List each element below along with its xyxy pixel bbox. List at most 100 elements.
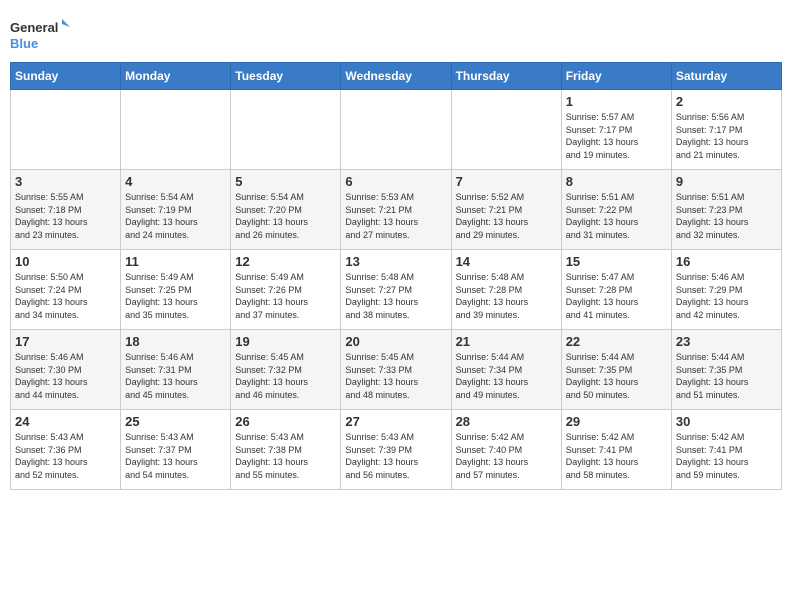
header-day-sunday: Sunday <box>11 63 121 90</box>
calendar-cell: 3 Sunrise: 5:55 AM Sunset: 7:18 PM Daylig… <box>11 170 121 250</box>
calendar-cell: 13 Sunrise: 5:48 AM Sunset: 7:27 PM Dayli… <box>341 250 451 330</box>
svg-text:General: General <box>10 20 58 35</box>
day-info: Sunrise: 5:51 AM Sunset: 7:22 PM Dayligh… <box>566 191 667 241</box>
calendar-cell: 23 Sunrise: 5:44 AM Sunset: 7:35 PM Dayli… <box>671 330 781 410</box>
day-number: 27 <box>345 414 446 429</box>
calendar-cell: 15Sunrise: 5:47 AM Sunset: 7:28 PM Dayli… <box>561 250 671 330</box>
header-day-thursday: Thursday <box>451 63 561 90</box>
calendar-cell <box>121 90 231 170</box>
header-day-monday: Monday <box>121 63 231 90</box>
day-number: 28 <box>456 414 557 429</box>
day-info: Sunrise: 5:48 AM Sunset: 7:27 PM Dayligh… <box>345 271 446 321</box>
day-info: Sunrise: 5:43 AM Sunset: 7:36 PM Dayligh… <box>15 431 116 481</box>
day-info: Sunrise: 5:50 AM Sunset: 7:24 PM Dayligh… <box>15 271 116 321</box>
calendar-cell: 21 Sunrise: 5:44 AM Sunset: 7:34 PM Dayli… <box>451 330 561 410</box>
header: General Blue <box>10 10 782 54</box>
header-day-friday: Friday <box>561 63 671 90</box>
day-info: Sunrise: 5:54 AM Sunset: 7:19 PM Dayligh… <box>125 191 226 241</box>
header-day-wednesday: Wednesday <box>341 63 451 90</box>
day-info: Sunrise: 5:42 AM Sunset: 7:40 PM Dayligh… <box>456 431 557 481</box>
day-number: 12 <box>235 254 336 269</box>
calendar-cell: 2 Sunrise: 5:56 AM Sunset: 7:17 PM Daylig… <box>671 90 781 170</box>
calendar-header: SundayMondayTuesdayWednesdayThursdayFrid… <box>11 63 782 90</box>
calendar-cell: 7Sunrise: 5:52 AM Sunset: 7:21 PM Daylig… <box>451 170 561 250</box>
day-info: Sunrise: 5:48 AM Sunset: 7:28 PM Dayligh… <box>456 271 557 321</box>
day-info: Sunrise: 5:44 AM Sunset: 7:34 PM Dayligh… <box>456 351 557 401</box>
day-info: Sunrise: 5:42 AM Sunset: 7:41 PM Dayligh… <box>566 431 667 481</box>
svg-text:Blue: Blue <box>10 36 38 51</box>
header-day-saturday: Saturday <box>671 63 781 90</box>
calendar-cell: 25Sunrise: 5:43 AM Sunset: 7:37 PM Dayli… <box>121 410 231 490</box>
day-info: Sunrise: 5:46 AM Sunset: 7:30 PM Dayligh… <box>15 351 116 401</box>
calendar-cell: 27 Sunrise: 5:43 AM Sunset: 7:39 PM Dayli… <box>341 410 451 490</box>
day-info: Sunrise: 5:52 AM Sunset: 7:21 PM Dayligh… <box>456 191 557 241</box>
day-number: 24 <box>15 414 116 429</box>
calendar-cell: 30 Sunrise: 5:42 AM Sunset: 7:41 PM Dayli… <box>671 410 781 490</box>
day-number: 14 <box>456 254 557 269</box>
calendar-cell: 14 Sunrise: 5:48 AM Sunset: 7:28 PM Dayli… <box>451 250 561 330</box>
day-number: 10 <box>15 254 116 269</box>
day-number: 3 <box>15 174 116 189</box>
day-info: Sunrise: 5:44 AM Sunset: 7:35 PM Dayligh… <box>566 351 667 401</box>
header-day-tuesday: Tuesday <box>231 63 341 90</box>
calendar-cell: 22 Sunrise: 5:44 AM Sunset: 7:35 PM Dayli… <box>561 330 671 410</box>
day-info: Sunrise: 5:49 AM Sunset: 7:26 PM Dayligh… <box>235 271 336 321</box>
day-number: 5 <box>235 174 336 189</box>
calendar-cell: 6Sunrise: 5:53 AM Sunset: 7:21 PM Daylig… <box>341 170 451 250</box>
day-info: Sunrise: 5:49 AM Sunset: 7:25 PM Dayligh… <box>125 271 226 321</box>
calendar-body: 1Sunrise: 5:57 AM Sunset: 7:17 PM Daylig… <box>11 90 782 490</box>
logo: General Blue <box>10 14 70 54</box>
day-number: 9 <box>676 174 777 189</box>
calendar-cell: 26Sunrise: 5:43 AM Sunset: 7:38 PM Dayli… <box>231 410 341 490</box>
day-number: 4 <box>125 174 226 189</box>
day-number: 21 <box>456 334 557 349</box>
calendar-cell <box>451 90 561 170</box>
day-number: 29 <box>566 414 667 429</box>
day-number: 17 <box>15 334 116 349</box>
day-info: Sunrise: 5:53 AM Sunset: 7:21 PM Dayligh… <box>345 191 446 241</box>
calendar-cell <box>11 90 121 170</box>
day-number: 20 <box>345 334 446 349</box>
day-info: Sunrise: 5:56 AM Sunset: 7:17 PM Dayligh… <box>676 111 777 161</box>
week-row-2: 3 Sunrise: 5:55 AM Sunset: 7:18 PM Daylig… <box>11 170 782 250</box>
day-info: Sunrise: 5:51 AM Sunset: 7:23 PM Dayligh… <box>676 191 777 241</box>
day-info: Sunrise: 5:43 AM Sunset: 7:37 PM Dayligh… <box>125 431 226 481</box>
day-info: Sunrise: 5:54 AM Sunset: 7:20 PM Dayligh… <box>235 191 336 241</box>
day-info: Sunrise: 5:46 AM Sunset: 7:31 PM Dayligh… <box>125 351 226 401</box>
day-info: Sunrise: 5:42 AM Sunset: 7:41 PM Dayligh… <box>676 431 777 481</box>
calendar-cell <box>341 90 451 170</box>
calendar-cell: 1Sunrise: 5:57 AM Sunset: 7:17 PM Daylig… <box>561 90 671 170</box>
day-info: Sunrise: 5:47 AM Sunset: 7:28 PM Dayligh… <box>566 271 667 321</box>
day-number: 22 <box>566 334 667 349</box>
day-number: 19 <box>235 334 336 349</box>
week-row-4: 17 Sunrise: 5:46 AM Sunset: 7:30 PM Dayli… <box>11 330 782 410</box>
calendar-cell: 28 Sunrise: 5:42 AM Sunset: 7:40 PM Dayli… <box>451 410 561 490</box>
day-info: Sunrise: 5:44 AM Sunset: 7:35 PM Dayligh… <box>676 351 777 401</box>
calendar-cell: 17 Sunrise: 5:46 AM Sunset: 7:30 PM Dayli… <box>11 330 121 410</box>
calendar-cell <box>231 90 341 170</box>
calendar-cell: 5 Sunrise: 5:54 AM Sunset: 7:20 PM Daylig… <box>231 170 341 250</box>
day-number: 30 <box>676 414 777 429</box>
day-info: Sunrise: 5:43 AM Sunset: 7:38 PM Dayligh… <box>235 431 336 481</box>
day-info: Sunrise: 5:57 AM Sunset: 7:17 PM Dayligh… <box>566 111 667 161</box>
day-info: Sunrise: 5:45 AM Sunset: 7:32 PM Dayligh… <box>235 351 336 401</box>
day-info: Sunrise: 5:43 AM Sunset: 7:39 PM Dayligh… <box>345 431 446 481</box>
calendar-cell: 9 Sunrise: 5:51 AM Sunset: 7:23 PM Daylig… <box>671 170 781 250</box>
day-number: 23 <box>676 334 777 349</box>
calendar-cell: 10 Sunrise: 5:50 AM Sunset: 7:24 PM Dayli… <box>11 250 121 330</box>
calendar-cell: 29 Sunrise: 5:42 AM Sunset: 7:41 PM Dayli… <box>561 410 671 490</box>
day-number: 2 <box>676 94 777 109</box>
calendar-cell: 8Sunrise: 5:51 AM Sunset: 7:22 PM Daylig… <box>561 170 671 250</box>
day-number: 18 <box>125 334 226 349</box>
header-row: SundayMondayTuesdayWednesdayThursdayFrid… <box>11 63 782 90</box>
day-info: Sunrise: 5:45 AM Sunset: 7:33 PM Dayligh… <box>345 351 446 401</box>
calendar-cell: 18 Sunrise: 5:46 AM Sunset: 7:31 PM Dayli… <box>121 330 231 410</box>
week-row-1: 1Sunrise: 5:57 AM Sunset: 7:17 PM Daylig… <box>11 90 782 170</box>
calendar-cell: 11Sunrise: 5:49 AM Sunset: 7:25 PM Dayli… <box>121 250 231 330</box>
calendar-cell: 19 Sunrise: 5:45 AM Sunset: 7:32 PM Dayli… <box>231 330 341 410</box>
calendar-cell: 4 Sunrise: 5:54 AM Sunset: 7:19 PM Daylig… <box>121 170 231 250</box>
day-number: 13 <box>345 254 446 269</box>
week-row-5: 24 Sunrise: 5:43 AM Sunset: 7:36 PM Dayli… <box>11 410 782 490</box>
day-info: Sunrise: 5:46 AM Sunset: 7:29 PM Dayligh… <box>676 271 777 321</box>
day-info: Sunrise: 5:55 AM Sunset: 7:18 PM Dayligh… <box>15 191 116 241</box>
